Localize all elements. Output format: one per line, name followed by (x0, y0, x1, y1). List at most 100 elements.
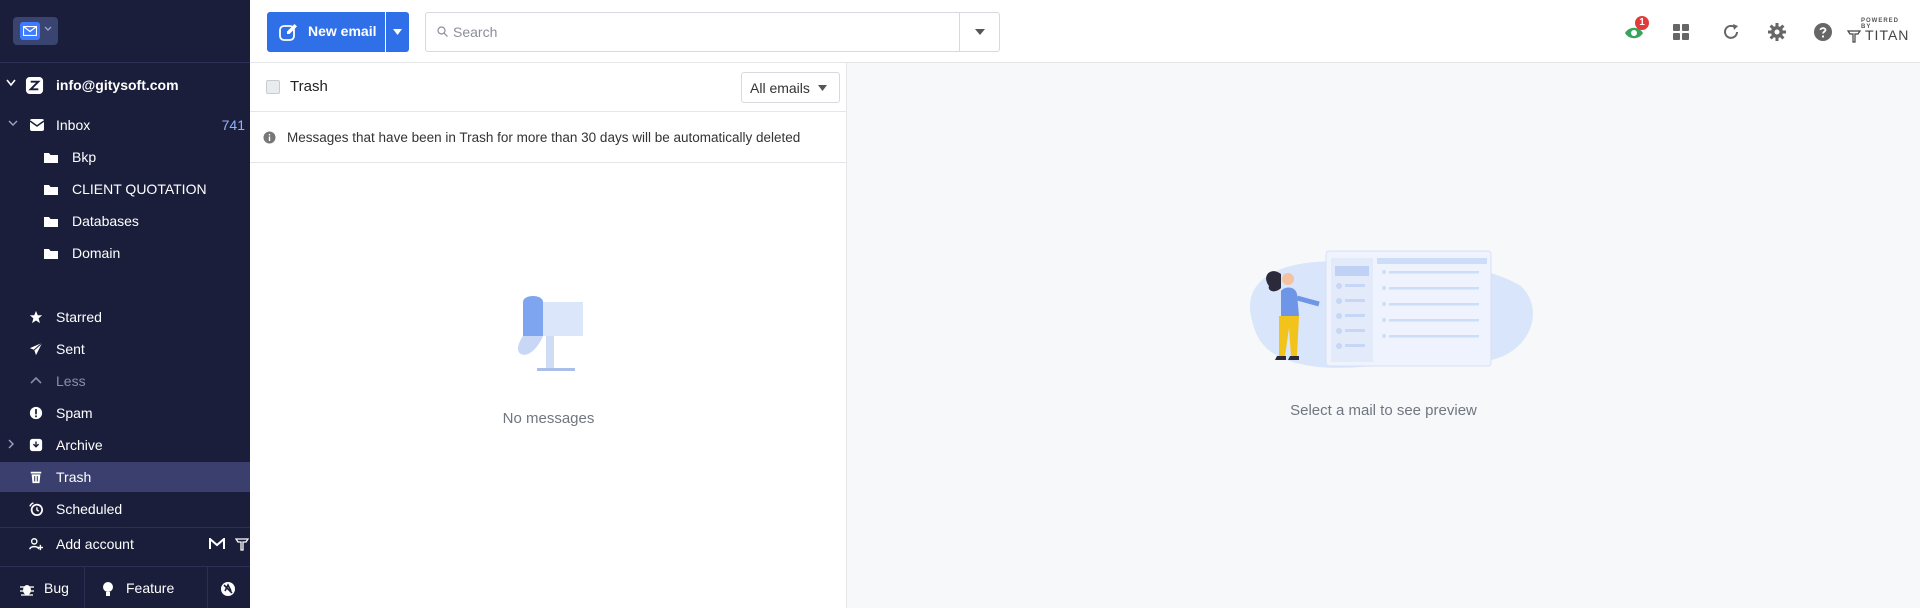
select-all-checkbox[interactable] (266, 80, 280, 94)
sidebar-item-databases[interactable]: Databases (0, 206, 250, 236)
preview-pane: Select a mail to see preview (847, 63, 1920, 608)
chevron-right-icon (8, 439, 14, 449)
compose-icon (279, 24, 297, 41)
sidebar-item-label: Archive (56, 437, 103, 453)
sidebar-item-label: CLIENT QUOTATION (72, 181, 207, 197)
empty-mailbox-illustration (517, 296, 583, 371)
new-email-dropdown-button[interactable] (386, 12, 409, 52)
search-icon (437, 26, 448, 37)
sidebar-item-label: Bkp (72, 149, 97, 165)
search-input[interactable] (453, 22, 953, 42)
add-account-button[interactable]: Add account (0, 529, 250, 559)
top-toolbar: New email 1 POWERED BY TITAN (250, 0, 1920, 63)
sidebar-item-less[interactable]: Less (0, 366, 250, 396)
sidebar-item-sent[interactable]: Sent (0, 334, 250, 364)
support-button[interactable] (208, 567, 250, 608)
info-icon (263, 131, 276, 144)
chevron-down-icon (8, 120, 18, 126)
gear-icon (1768, 23, 1786, 41)
filter-label: All emails (750, 80, 810, 96)
preview-empty-text: Select a mail to see preview (1290, 402, 1477, 419)
archive-icon (29, 438, 43, 452)
gmail-icon[interactable] (209, 538, 225, 550)
caret-down-icon (818, 85, 827, 91)
bug-report-button[interactable]: Bug (0, 567, 84, 608)
sidebar-item-label: Sent (56, 341, 85, 357)
sidebar-item-label: Inbox (56, 117, 91, 133)
caret-down-icon (393, 29, 402, 35)
unread-count: 741 (221, 117, 245, 133)
send-icon (29, 342, 43, 356)
search-box (425, 12, 1000, 52)
chevron-up-icon (30, 376, 42, 384)
settings-button[interactable] (1766, 21, 1788, 43)
sidebar-item-domain[interactable]: Domain (0, 238, 250, 268)
brand-name: TITAN (1865, 27, 1910, 43)
grid-icon (1673, 24, 1689, 40)
sidebar-item-archive[interactable]: Archive (0, 430, 250, 460)
sidebar-item-scheduled[interactable]: Scheduled (0, 494, 250, 524)
powered-by-titan: POWERED BY TITAN (1847, 16, 1909, 46)
sidebar-item-bkp[interactable]: Bkp (0, 142, 250, 172)
lightbulb-icon (103, 582, 113, 596)
empty-state-text: No messages (502, 410, 595, 427)
new-email-label: New email (308, 23, 377, 39)
notification-badge: 1 (1635, 16, 1649, 30)
filter-dropdown[interactable]: All emails (741, 72, 840, 103)
trash-icon (30, 471, 42, 484)
sidebar-item-label: Domain (72, 245, 121, 261)
star-icon (29, 310, 43, 324)
bug-icon (20, 585, 34, 596)
help-button[interactable] (1812, 21, 1834, 43)
sidebar: info@gitysoft.com Inbox 741 Bkp CLIENT Q… (0, 0, 250, 608)
feature-label: Feature (126, 580, 175, 596)
chevron-down-icon (6, 79, 16, 87)
feature-request-button[interactable]: Feature (85, 567, 207, 608)
clock-icon (29, 502, 43, 516)
sidebar-item-label: Starred (56, 309, 102, 325)
account-header[interactable]: info@gitysoft.com (0, 70, 250, 100)
add-user-icon (29, 538, 43, 551)
bug-label: Bug (44, 580, 69, 596)
inbox-icon (29, 119, 45, 131)
message-list-pane: Trash All emails Messages that have been… (250, 63, 847, 608)
account-logo-icon (25, 76, 44, 95)
refresh-button[interactable] (1720, 21, 1742, 43)
sidebar-header (0, 0, 250, 63)
titan-logo-icon (1847, 30, 1861, 43)
search-options-button[interactable] (959, 13, 999, 51)
sidebar-item-inbox[interactable]: Inbox 741 (0, 110, 250, 140)
app-switcher-button[interactable] (13, 17, 58, 45)
folder-icon (44, 185, 58, 195)
sidebar-item-label: Spam (56, 405, 93, 421)
sidebar-footer: Bug Feature (0, 566, 250, 608)
folder-icon (44, 249, 58, 259)
mail-app-icon (20, 22, 40, 40)
caret-down-icon (975, 29, 985, 35)
sidebar-item-label: Add account (56, 536, 134, 552)
divider (0, 527, 250, 528)
support-icon (221, 582, 235, 596)
sidebar-item-client-quotation[interactable]: CLIENT QUOTATION (0, 174, 250, 204)
list-header: Trash All emails (250, 63, 847, 112)
sidebar-item-label: Less (56, 373, 86, 389)
sidebar-item-trash[interactable]: Trash (0, 462, 250, 492)
sidebar-item-spam[interactable]: Spam (0, 398, 250, 428)
folder-icon (44, 153, 58, 163)
help-icon (1814, 23, 1832, 41)
select-mail-illustration (1250, 250, 1533, 368)
chevron-down-icon (44, 26, 52, 31)
sidebar-item-label: Databases (72, 213, 139, 229)
new-email-button[interactable]: New email (267, 12, 385, 52)
titan-icon[interactable] (235, 537, 249, 551)
sidebar-item-starred[interactable]: Starred (0, 302, 250, 332)
read-receipts-button[interactable]: 1 (1623, 16, 1649, 43)
trash-notice: Messages that have been in Trash for mor… (250, 112, 847, 163)
notice-text: Messages that have been in Trash for mor… (287, 130, 801, 145)
folder-title: Trash (290, 78, 328, 95)
alert-icon (29, 406, 43, 420)
refresh-icon (1724, 24, 1738, 39)
sidebar-item-label: Trash (56, 469, 92, 485)
sidebar-item-label: Scheduled (56, 501, 123, 517)
apps-button[interactable] (1670, 21, 1692, 43)
